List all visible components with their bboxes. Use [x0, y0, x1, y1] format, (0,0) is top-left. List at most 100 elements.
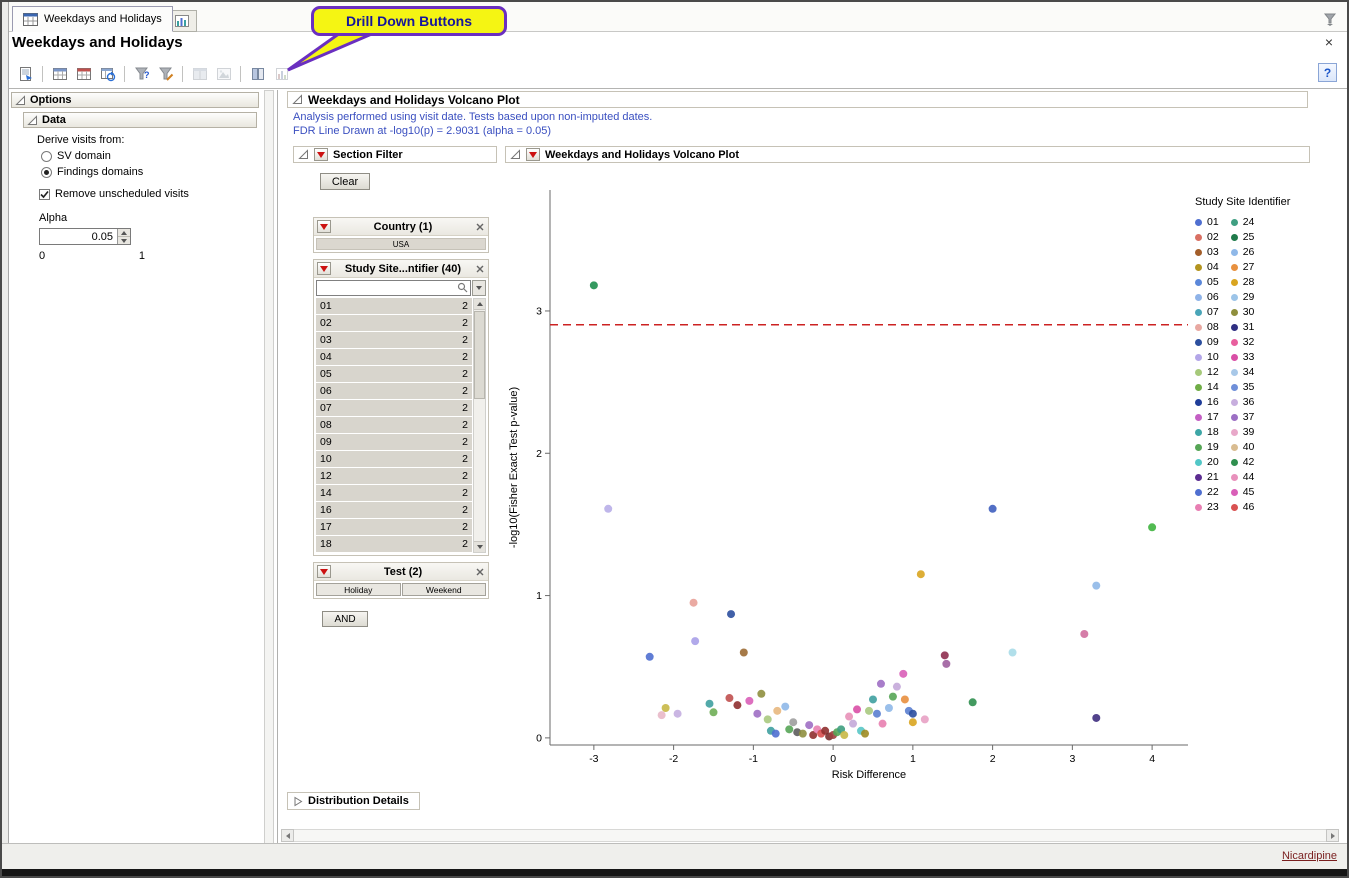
scatter-point[interactable]: [989, 505, 997, 513]
legend-item[interactable]: 10: [1195, 351, 1219, 363]
scatter-point[interactable]: [1148, 523, 1156, 531]
scatter-point[interactable]: [773, 707, 781, 715]
legend-item[interactable]: 22: [1195, 486, 1219, 498]
scatter-point[interactable]: [840, 731, 848, 739]
scatter-point[interactable]: [658, 711, 666, 719]
journal-icon[interactable]: [49, 64, 70, 85]
site-list-scrollbar[interactable]: [473, 298, 486, 553]
scatter-point[interactable]: [789, 718, 797, 726]
filter-edit-icon[interactable]: [155, 64, 176, 85]
legend-item[interactable]: 28: [1231, 276, 1255, 288]
spinner-up-icon[interactable]: [118, 229, 130, 237]
scatter-point[interactable]: [1092, 714, 1100, 722]
scatter-point[interactable]: [853, 705, 861, 713]
scatter-point[interactable]: [690, 599, 698, 607]
scatter-point[interactable]: [917, 570, 925, 578]
legend-item[interactable]: 19: [1195, 441, 1219, 453]
scatter-point[interactable]: [785, 725, 793, 733]
options-header[interactable]: Options: [11, 92, 259, 108]
volcano-plot-chart[interactable]: -3-2-1012340123Risk Difference-log10(Fis…: [505, 178, 1195, 798]
legend-item[interactable]: 06: [1195, 291, 1219, 303]
scroll-thumb[interactable]: [474, 311, 485, 399]
close-icon[interactable]: [475, 222, 485, 232]
volcano-outline-header[interactable]: Weekdays and Holidays Volcano Plot: [287, 91, 1308, 108]
scatter-point[interactable]: [899, 670, 907, 678]
refresh-table-icon[interactable]: [97, 64, 118, 85]
country-selected-value[interactable]: USA: [316, 238, 486, 250]
scatter-point[interactable]: [877, 680, 885, 688]
legend-item[interactable]: 14: [1195, 381, 1219, 393]
report-icon[interactable]: [15, 64, 36, 85]
scatter-point[interactable]: [845, 713, 853, 721]
scroll-left-icon[interactable]: [281, 829, 294, 842]
legend-item[interactable]: 27: [1231, 261, 1255, 273]
test-option-holiday[interactable]: Holiday: [316, 583, 401, 596]
clear-button[interactable]: Clear: [320, 173, 370, 190]
scatter-point[interactable]: [662, 704, 670, 712]
scatter-point[interactable]: [909, 710, 917, 718]
legend-item[interactable]: 04: [1195, 261, 1219, 273]
scatter-point[interactable]: [865, 707, 873, 715]
site-filter-item[interactable]: 102: [316, 451, 472, 467]
scatter-point[interactable]: [772, 730, 780, 738]
site-filter-item[interactable]: 042: [316, 349, 472, 365]
legend-item[interactable]: 05: [1195, 276, 1219, 288]
legend-item[interactable]: 21: [1195, 471, 1219, 483]
site-filter-item[interactable]: 142: [316, 485, 472, 501]
legend-item[interactable]: 33: [1231, 351, 1255, 363]
red-triangle-menu-icon[interactable]: [317, 262, 331, 275]
scatter-point[interactable]: [941, 651, 949, 659]
scatter-point[interactable]: [706, 700, 714, 708]
site-filter-item[interactable]: 022: [316, 315, 472, 331]
scatter-point[interactable]: [1092, 582, 1100, 590]
legend-item[interactable]: 35: [1231, 381, 1255, 393]
close-icon[interactable]: ×: [1321, 34, 1337, 50]
scatter-point[interactable]: [674, 710, 682, 718]
legend-item[interactable]: 07: [1195, 306, 1219, 318]
legend-item[interactable]: 45: [1231, 486, 1255, 498]
site-filter-item[interactable]: 162: [316, 502, 472, 518]
scatter-point[interactable]: [764, 715, 772, 723]
legend-item[interactable]: 30: [1231, 306, 1255, 318]
scatter-point[interactable]: [969, 698, 977, 706]
scroll-up-icon[interactable]: [474, 299, 485, 310]
scatter-point[interactable]: [757, 690, 765, 698]
legend-item[interactable]: 01: [1195, 216, 1219, 228]
section-filter-header[interactable]: Section Filter: [293, 146, 497, 163]
scroll-track[interactable]: [294, 829, 1326, 842]
legend-item[interactable]: 40: [1231, 441, 1255, 453]
legend-item[interactable]: 24: [1231, 216, 1255, 228]
scatter-point[interactable]: [1080, 630, 1088, 638]
legend-item[interactable]: 31: [1231, 321, 1255, 333]
scatter-point[interactable]: [725, 694, 733, 702]
scatter-point[interactable]: [869, 695, 877, 703]
scatter-point[interactable]: [781, 703, 789, 711]
data-table-icon[interactable]: [73, 64, 94, 85]
legend-item[interactable]: 20: [1195, 456, 1219, 468]
horizontal-scrollbar[interactable]: [281, 829, 1339, 842]
scatter-point[interactable]: [745, 697, 753, 705]
data-header[interactable]: Data: [23, 112, 257, 128]
site-search-input[interactable]: [318, 282, 448, 294]
site-filter-item[interactable]: 172: [316, 519, 472, 535]
radio-findings-domains[interactable]: Findings domains: [41, 166, 143, 178]
site-filter-item[interactable]: 052: [316, 366, 472, 382]
legend-item[interactable]: 34: [1231, 366, 1255, 378]
legend-item[interactable]: 42: [1231, 456, 1255, 468]
legend-item[interactable]: 23: [1195, 501, 1219, 513]
scatter-point[interactable]: [1009, 649, 1017, 657]
legend-item[interactable]: 29: [1231, 291, 1255, 303]
scatter-point[interactable]: [646, 653, 654, 661]
legend-item[interactable]: 16: [1195, 396, 1219, 408]
close-icon[interactable]: [475, 567, 485, 577]
scatter-point[interactable]: [740, 649, 748, 657]
scatter-point[interactable]: [691, 637, 699, 645]
red-triangle-menu-icon[interactable]: [314, 148, 328, 161]
site-filter-item[interactable]: 062: [316, 383, 472, 399]
legend-item[interactable]: 32: [1231, 336, 1255, 348]
scatter-point[interactable]: [879, 720, 887, 728]
legend-item[interactable]: 17: [1195, 411, 1219, 423]
scatter-point[interactable]: [709, 708, 717, 716]
filter-question-icon[interactable]: ?: [131, 64, 152, 85]
scatter-point[interactable]: [604, 505, 612, 513]
